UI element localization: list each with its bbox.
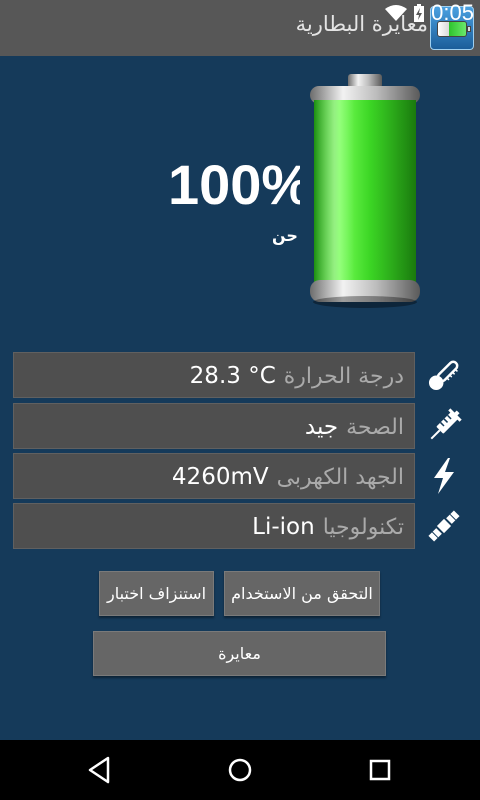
health-value: جيد bbox=[304, 414, 339, 440]
battery-level-text: 100% bbox=[168, 153, 300, 216]
home-icon[interactable] bbox=[224, 754, 256, 786]
usage-check-button[interactable]: التحقق من الاستخدام bbox=[224, 571, 380, 616]
recents-icon[interactable] bbox=[364, 754, 396, 786]
voltage-value: 4260mV bbox=[171, 464, 269, 490]
battery-status-label: حن bbox=[272, 226, 298, 245]
technology-label: تكنولوجيا bbox=[322, 514, 404, 540]
wifi-icon bbox=[385, 5, 408, 21]
voltage-label: الجهد الكهربى bbox=[276, 464, 404, 490]
temperature-value: 28.3 °C bbox=[189, 363, 276, 389]
temperature-label: درجة الحرارة bbox=[283, 363, 404, 389]
health-row: الصحة جيد bbox=[13, 403, 415, 449]
title-bar: معايرة البطارية 0:05 bbox=[0, 0, 480, 56]
technology-row: تكنولوجيا Li-ion bbox=[13, 503, 415, 549]
calibrate-button[interactable]: معايرة bbox=[93, 631, 386, 676]
drain-test-button[interactable]: استنزاف اختبار bbox=[99, 571, 214, 616]
voltage-row: الجهد الكهربى 4260mV bbox=[13, 453, 415, 499]
syringe-icon bbox=[430, 408, 462, 440]
battery-level-graphic bbox=[310, 74, 420, 308]
health-label: الصحة bbox=[346, 414, 404, 440]
technology-value: Li-ion bbox=[252, 514, 315, 540]
back-icon[interactable] bbox=[84, 754, 116, 786]
satellite-icon bbox=[428, 510, 460, 542]
battery-charging-icon bbox=[414, 4, 425, 22]
status-time: 0:05 bbox=[431, 0, 474, 25]
temperature-row: درجة الحرارة 28.3 °C bbox=[13, 352, 415, 398]
thermometer-icon bbox=[428, 360, 459, 391]
navigation-bar bbox=[0, 740, 480, 800]
lightning-icon bbox=[434, 458, 454, 494]
status-bar: 0:05 bbox=[385, 0, 474, 26]
